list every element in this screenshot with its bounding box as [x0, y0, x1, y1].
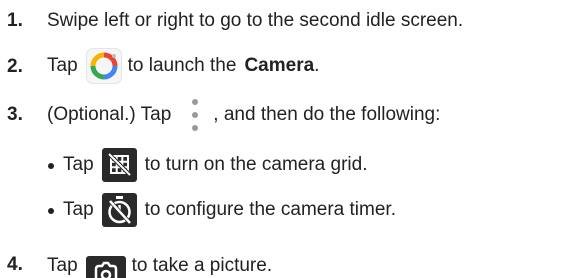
substep-2-after: to configure the camera timer.: [144, 199, 396, 220]
step-4-after: to take a picture.: [131, 255, 273, 276]
bullet: [48, 208, 54, 214]
step-number: 3.: [7, 104, 23, 125]
substep-2-before: Tap: [63, 199, 94, 220]
step-text: (Optional.) Tap , and then do the follow…: [47, 97, 440, 133]
step-1-text: Swipe left or right to go to the second …: [47, 10, 464, 31]
substep-1-after: to turn on the camera grid.: [144, 154, 368, 175]
step-2-after: to launch the: [127, 55, 237, 76]
camera-app-icon: [85, 48, 122, 84]
step-text: Tap to launch the Camera .: [47, 48, 319, 84]
camera-app-name: Camera: [244, 55, 315, 76]
step-3-before: (Optional.) Tap: [47, 104, 172, 125]
step-number: 4.: [7, 254, 23, 275]
bullet: [48, 163, 54, 169]
kebab-menu-icon: [183, 97, 207, 133]
substep-text: Tap to configure the camera timer.: [63, 193, 396, 227]
step-2-before: Tap: [47, 55, 78, 76]
step-text: Tap to take a picture.: [47, 254, 272, 278]
grid-icon: [101, 148, 137, 182]
step-number: 1.: [7, 10, 23, 31]
substep-text: Tap to turn on the camera grid.: [63, 148, 367, 182]
timer-icon: [101, 193, 137, 227]
camera-shutter-icon: [85, 256, 126, 278]
substep-1-before: Tap: [63, 154, 94, 175]
step-number: 2.: [7, 56, 23, 77]
step-text: Swipe left or right to go to the second …: [47, 10, 463, 32]
step-2-end: .: [314, 55, 320, 76]
step-4-before: Tap: [47, 255, 78, 276]
step-3-after: , and then do the following:: [213, 104, 441, 125]
